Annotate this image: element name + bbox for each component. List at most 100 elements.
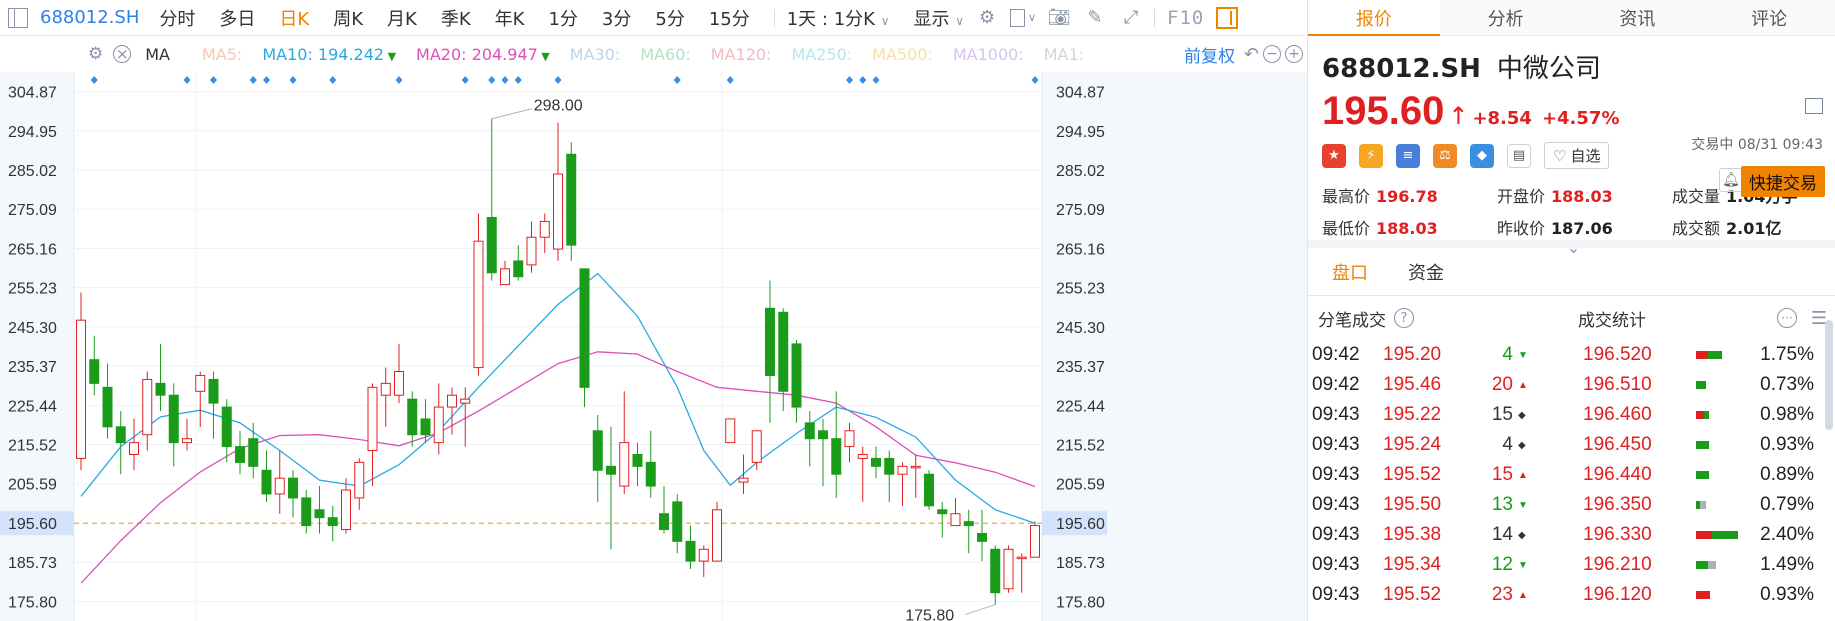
camera-icon[interactable]: 📷︎ <box>1046 5 1072 31</box>
quote-tab[interactable]: 分析 <box>1440 0 1572 35</box>
undo-icon[interactable]: ↶ <box>1244 44 1259 65</box>
ma-legend-item[interactable]: MA1: <box>1044 45 1084 64</box>
period-tab[interactable]: 1分 <box>548 5 577 31</box>
trade-volume: 4 <box>1502 434 1513 455</box>
period-tab[interactable]: 月K <box>387 5 417 31</box>
period-tab[interactable]: 年K <box>495 5 525 31</box>
period-tab[interactable]: 分时 <box>159 5 195 31</box>
volume-bar-segment <box>1696 411 1704 419</box>
ma-legend-item[interactable]: MA500: <box>872 45 933 64</box>
quote-tab[interactable]: 报价 <box>1308 0 1440 36</box>
panel-toggle-icon[interactable] <box>1216 6 1239 29</box>
period-tab[interactable]: 15分 <box>709 5 750 31</box>
f10-button[interactable]: F10 <box>1167 7 1204 29</box>
period-tab[interactable]: 5分 <box>655 5 684 31</box>
note-icon[interactable]: ▤ <box>1507 143 1531 168</box>
candle-body <box>1016 556 1027 560</box>
volume-bar-segment <box>1696 351 1708 359</box>
ma-legend-item[interactable]: MA250: <box>791 45 852 64</box>
sub-tab[interactable]: 盘口 <box>1332 259 1368 285</box>
settings-gear-icon[interactable]: ⚙ <box>974 5 1000 31</box>
collapse-panel-icon[interactable] <box>1805 98 1823 114</box>
stat-percent: 0.73% <box>1760 374 1814 395</box>
candle-body <box>910 465 921 469</box>
sub-tab[interactable]: 资金 <box>1408 259 1444 285</box>
trade-stats-title: 成交统计 <box>1578 310 1646 331</box>
right-y-tick-label: 225.44 <box>1056 398 1105 415</box>
volume-bar <box>1696 471 1709 479</box>
ma-settings-gear-icon[interactable]: ⚙ <box>88 44 103 64</box>
lightning-icon[interactable]: ⚡ <box>1359 143 1383 168</box>
ma-legend-item[interactable]: MA1000: <box>953 45 1024 64</box>
ma-legend-item[interactable]: MA10: 194.242 ▼ <box>262 45 396 64</box>
trade-row: 09:43 195.34 12 ▼ 196.210 1.49% <box>1308 550 1835 580</box>
volume-bar-segment <box>1708 351 1722 359</box>
database-icon[interactable]: ≡ <box>1396 143 1420 168</box>
volume-bar <box>1696 591 1710 599</box>
right-y-tick-label: 215.52 <box>1056 438 1105 455</box>
ma-close-icon[interactable]: × <box>113 45 132 63</box>
fullscreen-icon[interactable]: ⤢ <box>1118 5 1144 31</box>
candle-body <box>990 548 1001 594</box>
period-tab[interactable]: 季K <box>441 5 471 31</box>
period-tab[interactable]: 日K <box>279 5 309 31</box>
candle-body <box>725 418 736 444</box>
right-y-tick-label: 294.95 <box>1056 124 1105 141</box>
pen-icon[interactable]: ✎ <box>1082 5 1108 31</box>
more-icon[interactable]: ··· <box>1777 308 1797 328</box>
sidebar-toggle-icon[interactable] <box>8 7 28 28</box>
quote-tab[interactable]: 评论 <box>1703 0 1835 35</box>
candle-body <box>380 382 391 396</box>
ma-legend: ⚙ × MA MA5: MA10: 194.242 ▼ MA20: 204.947 … <box>0 36 1307 72</box>
candle-body <box>354 461 365 499</box>
candle-body <box>712 509 722 562</box>
china-flag-icon[interactable]: ★ <box>1322 143 1346 168</box>
expand-chevron-icon[interactable]: ⌄ <box>1322 240 1825 256</box>
candle-body <box>235 446 245 463</box>
trade-time: 09:42 <box>1312 344 1360 365</box>
adjust-button[interactable]: 前复权 <box>1184 42 1235 67</box>
scale-icon[interactable]: ⚖ <box>1433 143 1457 168</box>
zoom-in-icon[interactable]: + <box>1285 45 1303 63</box>
candlestick-chart[interactable]: 304.87 304.87 294.95 294.95 285.02 285.02 275.… <box>0 72 1307 621</box>
ma-legend-item[interactable]: MA30: <box>570 45 621 64</box>
period-tab[interactable]: 周K <box>333 5 363 31</box>
period-tab[interactable]: 3分 <box>602 5 631 31</box>
quote-tab[interactable]: 资讯 <box>1572 0 1704 35</box>
candle-body <box>632 453 643 467</box>
volume-bar <box>1696 501 1706 509</box>
candle-body <box>486 216 497 274</box>
chart-type-icon[interactable]: ∨ <box>1010 5 1036 31</box>
period-tab[interactable]: 多日 <box>219 5 255 31</box>
symbol-label[interactable]: 688012.SH <box>40 7 139 28</box>
candle-body <box>765 307 775 376</box>
candle-body <box>937 509 948 515</box>
tag-icon[interactable]: ◆ <box>1470 143 1494 168</box>
candle-body <box>778 311 789 392</box>
trade-volume: 23 <box>1491 584 1513 605</box>
zoom-out-icon[interactable]: − <box>1263 45 1281 63</box>
diamond-icon: ◆ <box>1518 529 1526 541</box>
trade-row: 09:43 195.38 14 ◆ 196.330 2.40% <box>1308 520 1835 550</box>
price-change: +8.54 <box>1472 108 1532 129</box>
trade-time: 09:43 <box>1312 404 1360 425</box>
display-select[interactable]: 显示 ∨ <box>913 5 964 31</box>
add-watchlist-button[interactable]: ♡ 自选 <box>1544 142 1610 169</box>
quick-trade-button[interactable]: 快捷交易 <box>1741 166 1825 197</box>
ma-legend-item[interactable]: MA120: <box>711 45 772 64</box>
left-y-tick-label: 285.02 <box>8 163 57 180</box>
kline-panel: 688012.SH 分时 多日 日K 周K 月K 季K 年K 1分 3分 5分 15分 1天 : 1… <box>0 0 1307 621</box>
candle-body <box>182 438 192 444</box>
right-y-tick-label: 304.87 <box>1056 85 1105 102</box>
help-icon[interactable]: ? <box>1394 308 1414 328</box>
volume-bar <box>1696 411 1709 419</box>
scrollbar[interactable] <box>1825 320 1833 430</box>
bell-icon[interactable]: 🔔︎ <box>1719 168 1743 192</box>
ma-legend-item[interactable]: MA5: <box>202 45 242 64</box>
last-price: 195.60 <box>1322 89 1445 133</box>
ma-legend-item[interactable]: MA20: 204.947 ▼ <box>416 45 550 64</box>
candle-body <box>341 489 351 531</box>
right-y-tick-label: 195.60 <box>1056 516 1105 533</box>
ma-legend-item[interactable]: MA60: <box>640 45 691 64</box>
range-select[interactable]: 1天 : 1分K ∨ <box>787 5 890 31</box>
